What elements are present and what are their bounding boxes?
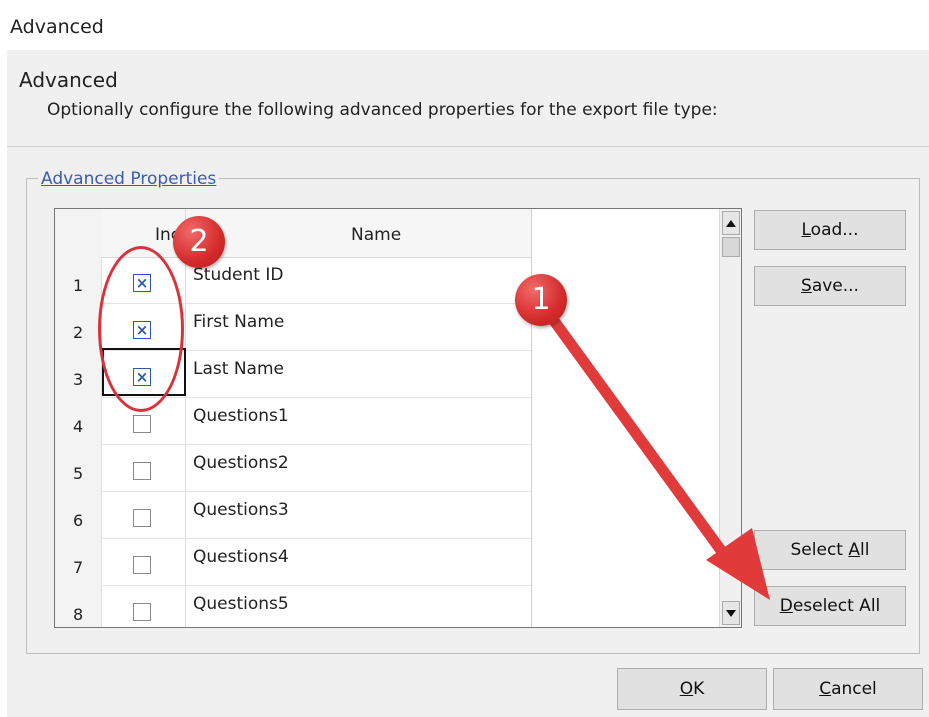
ok-accel: O [679,679,694,699]
grid-empty-area [531,209,720,627]
column-header: Includ Name [101,209,531,258]
window-title: Advanced [10,16,104,38]
table-row[interactable]: 6 Questions3 [55,492,531,539]
load-button[interactable]: Load... [754,210,906,250]
header-title: Advanced [19,68,118,92]
scroll-up-button[interactable] [722,211,740,235]
field-name: Student ID [193,265,284,285]
column-name[interactable]: Name [351,225,401,245]
select-all-pre: Select [790,540,849,560]
scroll-thumb[interactable] [722,237,740,257]
row-number: 5 [73,464,84,483]
row-number: 3 [73,370,84,389]
header-subtitle: Optionally configure the following advan… [47,100,718,120]
arrow-up-icon [726,220,736,227]
load-label: oad... [810,220,859,240]
row-number: 6 [73,511,84,530]
save-label: ave... [811,276,859,296]
field-name: Questions2 [193,453,289,473]
field-name: Questions5 [193,594,289,614]
table-row[interactable]: 5 Questions2 [55,445,531,492]
table-row[interactable]: 8 Questions5 [55,586,531,627]
annotation-badge-2: 2 [173,216,225,268]
deselect-all-accel: D [779,596,793,616]
deselect-all-label: eselect All [792,596,881,616]
save-accel: S [801,276,812,296]
include-checkbox[interactable] [133,556,151,574]
row-number: 7 [73,558,84,577]
select-all-label: ll [860,540,870,560]
cancel-accel: C [819,679,832,699]
field-name: Questions4 [193,547,289,567]
scroll-down-button[interactable] [722,601,740,625]
row-number: 2 [73,323,84,342]
save-button[interactable]: Save... [754,266,906,306]
deselect-all-button[interactable]: Deselect All [754,586,906,626]
row-number: 8 [73,605,84,624]
field-name: Last Name [193,359,284,379]
include-checkbox[interactable] [133,415,151,433]
include-checkbox[interactable] [133,603,151,621]
group-label: Advanced Properties [38,169,220,189]
field-name: Questions1 [193,406,289,426]
select-all-button[interactable]: Select All [754,530,906,570]
include-checkbox[interactable] [133,509,151,527]
vertical-scrollbar[interactable] [719,209,741,627]
ok-button[interactable]: OK [617,668,767,710]
window-titlebar: Advanced [0,0,929,48]
include-checkbox[interactable] [133,462,151,480]
field-name: Questions3 [193,500,289,520]
arrow-down-icon [726,610,736,617]
select-all-accel: A [848,540,861,560]
load-accel: L [801,220,811,240]
cancel-label: ancel [831,679,877,699]
annotation-ellipse [98,246,184,412]
field-name: First Name [193,312,285,332]
annotation-badge-1: 1 [515,274,567,326]
row-number: 4 [73,417,84,436]
dialog-header: Advanced Optionally configure the follow… [7,50,929,147]
cancel-button[interactable]: Cancel [773,668,923,710]
row-number: 1 [73,276,84,295]
table-row[interactable]: 7 Questions4 [55,539,531,586]
ok-label: K [693,679,705,699]
group-label-text: Advanced Properties [41,169,217,189]
